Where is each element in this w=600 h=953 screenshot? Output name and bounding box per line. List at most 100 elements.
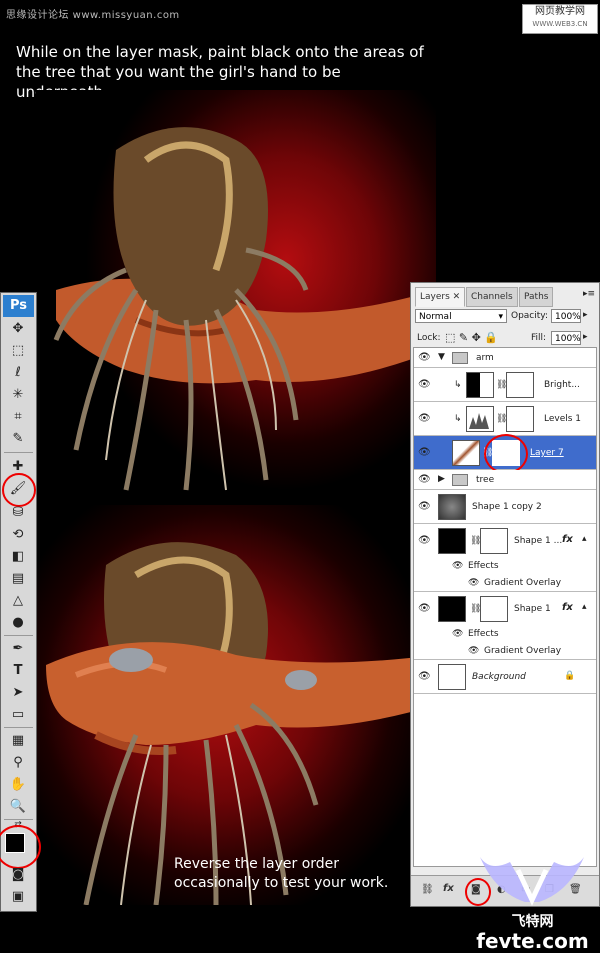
pen-tool-icon[interactable]: ✒ <box>7 639 29 659</box>
path-selection-tool-icon[interactable]: ➤ <box>7 683 29 703</box>
visibility-eye-icon[interactable]: 👁 <box>418 671 431 682</box>
layer-name: Bright... <box>544 380 580 390</box>
opacity-input[interactable]: 100% <box>551 309 581 323</box>
effects-eye-icon[interactable]: 👁 <box>452 629 463 639</box>
blend-mode-select[interactable]: Normal ▾ <box>415 309 507 323</box>
type-tool-icon[interactable]: T <box>7 661 29 681</box>
layer-thumbnail <box>438 494 466 520</box>
layer-thumbnail <box>438 528 466 554</box>
effect-eye-icon[interactable]: 👁 <box>468 578 479 588</box>
hand-tool-icon[interactable]: ✋ <box>7 775 29 795</box>
gradient-overlay-row[interactable]: 👁 Gradient Overlay <box>414 575 596 592</box>
history-brush-tool-icon[interactable]: ⟲ <box>7 525 29 545</box>
slice-tool-icon[interactable]: ✎ <box>7 429 29 449</box>
gradient-overlay-row[interactable]: 👁 Gradient Overlay <box>414 643 596 660</box>
fill-input[interactable]: 100% <box>551 331 581 345</box>
wings-logo-icon <box>480 857 584 906</box>
zoom-tool-icon[interactable]: 🔍 <box>7 797 29 817</box>
visibility-eye-icon[interactable]: 👁 <box>418 501 431 512</box>
layer-name: arm <box>476 353 494 363</box>
crop-tool-icon[interactable]: ⌗ <box>7 407 29 427</box>
layer-thumbnail <box>452 440 480 466</box>
layer-row-group-arm[interactable]: 👁 ▼ arm <box>414 348 596 368</box>
fill-arrow-icon[interactable]: ▸ <box>583 332 588 342</box>
effects-row[interactable]: 👁 Effects <box>414 558 596 575</box>
notes-tool-icon[interactable]: ▦ <box>7 731 29 751</box>
quick-mask-icon[interactable]: ◙ <box>7 865 29 885</box>
visibility-eye-icon[interactable]: 👁 <box>418 474 431 485</box>
levels-thumbnail <box>466 406 494 432</box>
expand-arrow-icon[interactable]: ▶ <box>438 474 445 484</box>
layer-thumbnail <box>438 596 466 622</box>
lock-icon: 🔒 <box>564 671 576 681</box>
visibility-eye-icon[interactable]: 👁 <box>418 352 431 363</box>
lock-icons[interactable]: ⬚ ✎ ✥ 🔒 <box>445 331 498 344</box>
fx-icon[interactable]: fx <box>562 534 573 545</box>
tree-hand-image-after <box>46 542 436 905</box>
layer-name: Layer 7 <box>530 448 564 458</box>
clip-arrow-icon: ↳ <box>454 414 462 424</box>
brand-line2: fevte.com <box>476 929 589 953</box>
ps-logo: Ps <box>3 295 34 317</box>
layer-name: Levels 1 <box>544 414 582 424</box>
opacity-arrow-icon[interactable]: ▸ <box>583 310 588 320</box>
visibility-eye-icon[interactable]: 👁 <box>418 447 431 458</box>
brush-highlight-ring <box>2 473 36 507</box>
clone-stamp-tool-icon[interactable]: ⛁ <box>7 503 29 523</box>
tab-paths[interactable]: Paths <box>519 287 554 307</box>
fill-label: Fill: <box>531 333 547 343</box>
layer-row-group-tree[interactable]: 👁 ▶ tree <box>414 470 596 490</box>
layer-row-levels[interactable]: 👁 ↳ ⛓ Levels 1 <box>414 402 596 436</box>
mask-thumbnail[interactable] <box>506 372 534 398</box>
magic-wand-tool-icon[interactable]: ✳ <box>7 385 29 405</box>
effects-eye-icon[interactable]: 👁 <box>452 561 463 571</box>
folder-icon <box>452 352 468 364</box>
move-tool-icon[interactable]: ✥ <box>7 319 29 339</box>
artwork-after <box>36 505 436 905</box>
layer-name: Shape 1 <box>514 604 551 614</box>
marquee-tool-icon[interactable]: ⬚ <box>7 341 29 361</box>
dodge-tool-icon[interactable]: ● <box>7 613 29 633</box>
layer-row-shape1[interactable]: 👁 ⛓ Shape 1 fx ▴ <box>414 592 596 626</box>
visibility-eye-icon[interactable]: 👁 <box>418 603 431 614</box>
tab-channels[interactable]: Channels <box>466 287 518 307</box>
clip-arrow-icon: ↳ <box>454 380 462 390</box>
layer-row-brightness[interactable]: 👁 ↳ ⛓ Bright... <box>414 368 596 402</box>
layer-row-layer7[interactable]: 👁 ⛓ Layer 7 <box>414 434 596 474</box>
eyedropper-tool-icon[interactable]: ⚲ <box>7 753 29 773</box>
visibility-eye-icon[interactable]: 👁 <box>418 413 431 424</box>
effects-label: Effects <box>468 561 499 571</box>
layer-row-shape1-copy2[interactable]: 👁 Shape 1 copy 2 <box>414 490 596 524</box>
blur-tool-icon[interactable]: △ <box>7 591 29 611</box>
link-layers-icon[interactable]: ⛓ <box>421 884 434 895</box>
layer-row-background[interactable]: 👁 Background 🔒 <box>414 660 596 694</box>
gradient-tool-icon[interactable]: ▤ <box>7 569 29 589</box>
effects-label: Effects <box>468 629 499 639</box>
colors-highlight-ring <box>0 825 41 869</box>
visibility-eye-icon[interactable]: 👁 <box>418 535 431 546</box>
layer-row-shape1-copy[interactable]: 👁 ⛓ Shape 1 ... fx ▴ <box>414 524 596 558</box>
expand-arrow-icon[interactable]: ▼ <box>438 352 445 362</box>
panel-menu-icon[interactable]: ▸≡ <box>583 289 595 299</box>
screen-mode-icon[interactable]: ▣ <box>7 887 29 907</box>
shape-tool-icon[interactable]: ▭ <box>7 705 29 725</box>
fx-icon[interactable]: fx <box>562 602 573 613</box>
lasso-tool-icon[interactable]: ℓ <box>7 363 29 383</box>
vector-mask-thumbnail[interactable] <box>480 528 508 554</box>
opacity-label: Opacity: <box>511 311 548 321</box>
layers-panel: Layers ✕ Channels Paths ▸≡ Normal ▾ Opaci… <box>410 282 600 907</box>
toolbox: Ps ✥ ⬚ ℓ ✳ ⌗ ✎ ✚ 🖌 ⛁ ⟲ ◧ ▤ △ ● ✒ T ➤ ▭ ▦… <box>0 292 41 912</box>
tab-layers[interactable]: Layers ✕ <box>415 287 466 307</box>
mask-thumbnail[interactable] <box>506 406 534 432</box>
visibility-eye-icon[interactable]: 👁 <box>418 379 431 390</box>
vector-mask-thumbnail[interactable] <box>480 596 508 622</box>
layer-name: Shape 1 copy 2 <box>472 502 542 512</box>
collapse-arrow-icon[interactable]: ▴ <box>582 602 587 612</box>
effects-row[interactable]: 👁 Effects <box>414 626 596 643</box>
lock-label: Lock: <box>417 333 441 343</box>
watermark-right-line2: WWW.WEB3.CN <box>532 20 588 28</box>
effect-eye-icon[interactable]: 👁 <box>468 646 479 656</box>
eraser-tool-icon[interactable]: ◧ <box>7 547 29 567</box>
collapse-arrow-icon[interactable]: ▴ <box>582 534 587 544</box>
add-style-icon[interactable]: fx <box>443 883 454 894</box>
